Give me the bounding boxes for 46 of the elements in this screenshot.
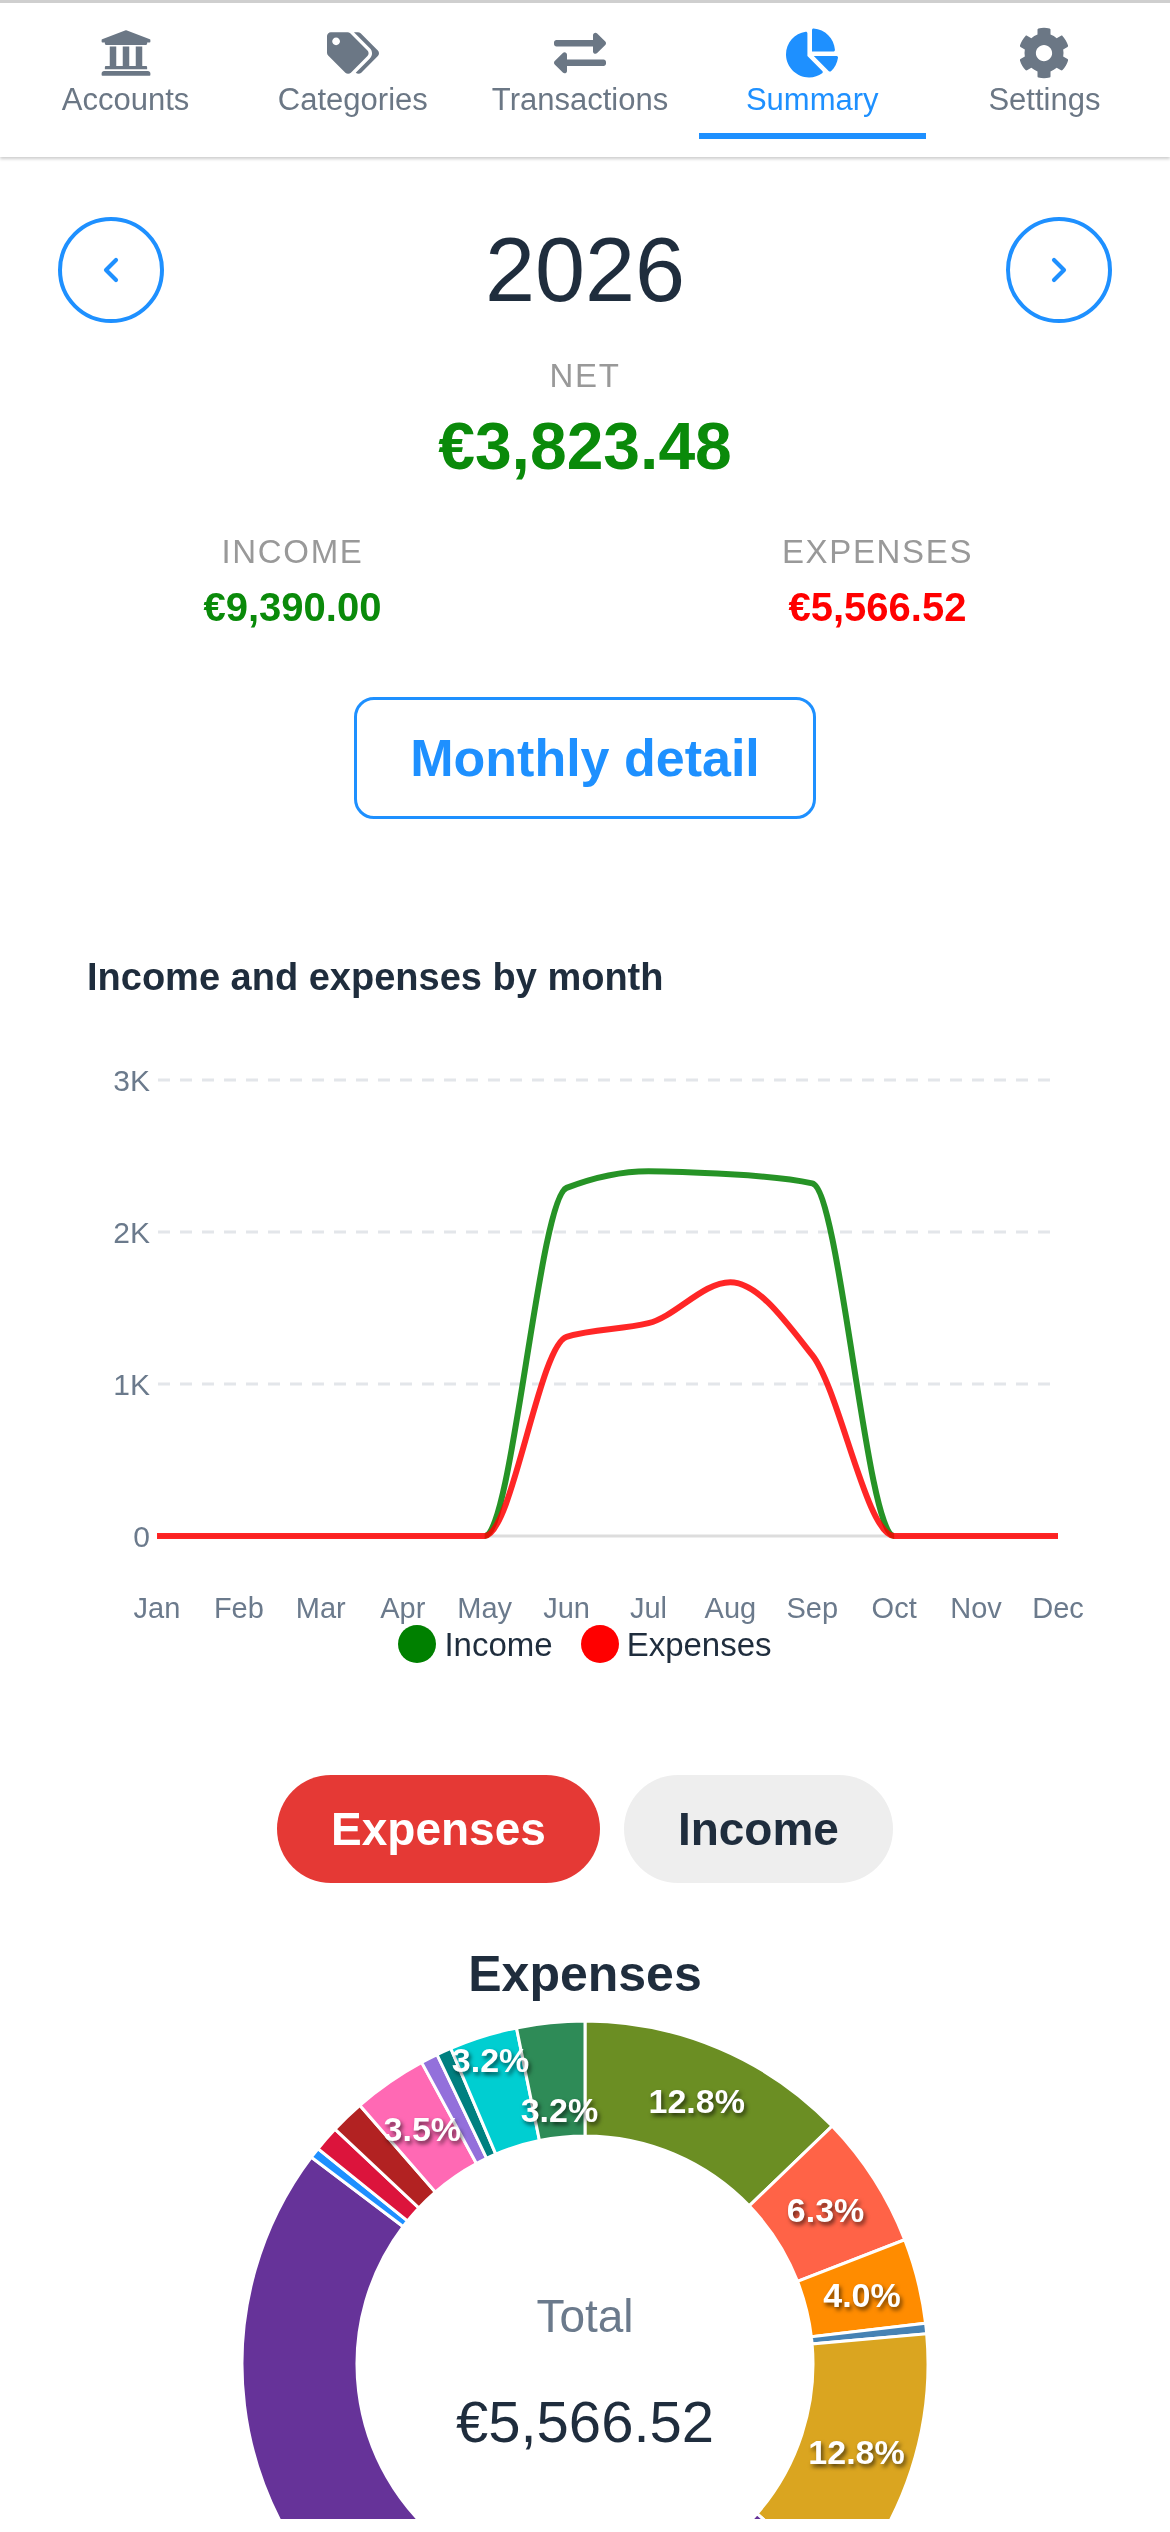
settings-icon: [1018, 27, 1071, 79]
x-axis-label: Dec: [1032, 1591, 1084, 1624]
total-amount: €5,566.52: [788, 583, 967, 631]
x-axis-label: Jun: [543, 1591, 590, 1624]
bank-icon: [99, 27, 152, 79]
next-year-button[interactable]: [1006, 217, 1112, 323]
x-axis-label: Jan: [133, 1591, 181, 1624]
total-label: EXPENSES: [781, 532, 974, 572]
donut-center-label: Total: [536, 2290, 634, 2342]
tab[interactable]: Settings: [930, 3, 1158, 139]
chart-title: Income and expenses by month: [86, 954, 664, 1000]
total-label: INCOME: [221, 532, 364, 572]
x-axis-label: Oct: [871, 1591, 917, 1624]
tab[interactable]: Transactions: [466, 3, 694, 139]
net-amount: €3,823.48: [438, 407, 732, 485]
chart-title: Expenses: [468, 1949, 702, 1999]
slice-percent-label: 6.3%: [786, 2191, 865, 2230]
x-axis-label: Feb: [213, 1591, 264, 1624]
toggle-button[interactable]: Income: [623, 1775, 893, 1883]
x-axis-label: Apr: [380, 1591, 426, 1624]
slice-percent-label: 12.8%: [648, 2082, 745, 2121]
y-axis-label: 1K: [113, 1367, 150, 1401]
net-label: NET: [549, 356, 621, 396]
x-axis-label: Mar: [295, 1591, 346, 1624]
x-axis-label: Sep: [786, 1591, 839, 1624]
year-title: 2026: [484, 225, 686, 315]
x-axis-label: Aug: [704, 1591, 757, 1624]
previous-year-button[interactable]: [58, 217, 164, 323]
slice-percent-label: 12.8%: [808, 2433, 905, 2472]
pie-chart-icon: [786, 27, 839, 79]
total-amount: €9,390.00: [203, 583, 382, 631]
y-axis-label: 2K: [113, 1215, 150, 1249]
x-axis-label: May: [457, 1591, 513, 1624]
tab[interactable]: Categories: [239, 3, 467, 139]
tab[interactable]: Accounts: [12, 3, 240, 139]
legend-label: Income: [444, 1624, 553, 1665]
x-axis-label: Jul: [629, 1591, 667, 1624]
legend-label: Expenses: [626, 1624, 772, 1665]
slice-percent-label: 4.0%: [823, 2275, 901, 2314]
monthly-detail-button[interactable]: Monthly detail: [354, 696, 816, 819]
y-axis-label: 0: [133, 1519, 150, 1553]
x-axis-label: Nov: [950, 1591, 1002, 1624]
y-axis-label: 3K: [113, 1063, 150, 1097]
tab[interactable]: Summary: [698, 3, 926, 139]
donut-center-value: €5,566.52: [456, 2389, 714, 2454]
toggle-button[interactable]: Expenses: [277, 1775, 600, 1883]
